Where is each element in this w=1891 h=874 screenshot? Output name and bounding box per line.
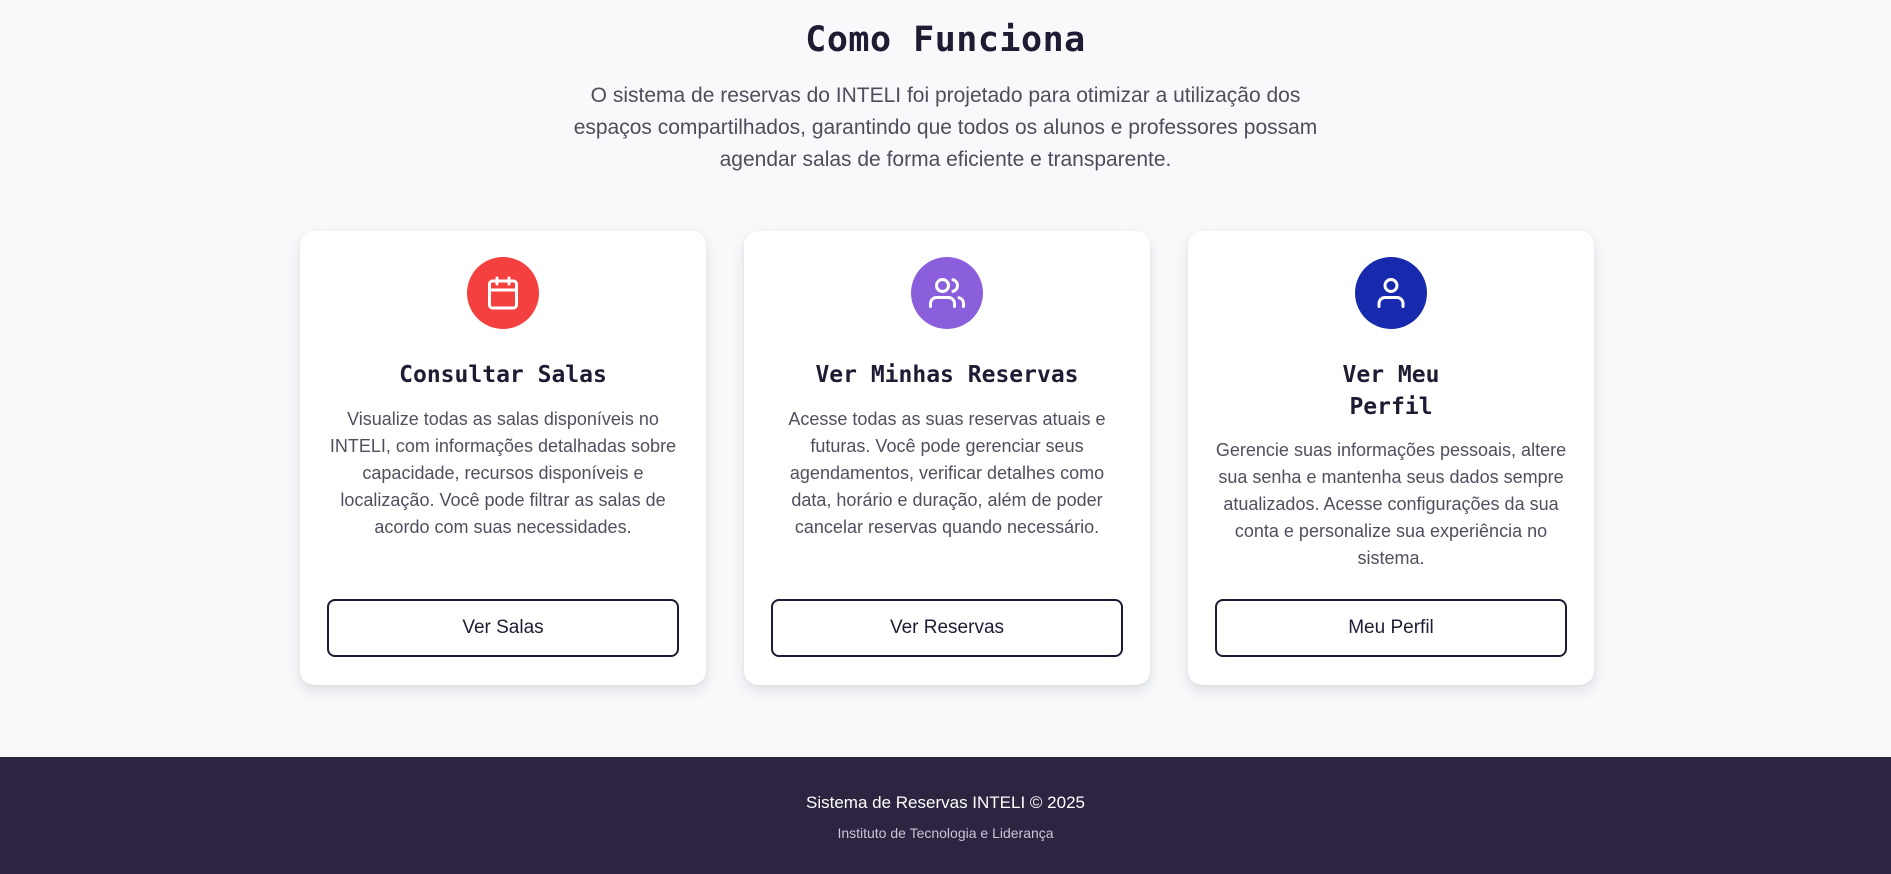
card-description: Visualize todas as salas disponíveis no … — [329, 409, 677, 537]
user-icon — [1355, 257, 1427, 329]
card-title: Ver Meu Perfil — [1342, 362, 1440, 420]
card-title: Ver Minhas Reservas — [815, 362, 1079, 388]
footer-title: Sistema de Reservas INTELI © 2025 — [806, 793, 1085, 812]
card-consultar-salas: Consultar Salas Visualize todas as salas… — [300, 231, 706, 685]
ver-reservas-button[interactable]: Ver Reservas — [771, 599, 1123, 657]
ver-salas-button[interactable]: Ver Salas — [327, 599, 679, 657]
card-description: Acesse todas as suas reservas atuais e f… — [788, 409, 1106, 537]
footer: Sistema de Reservas INTELI © 2025 Instit… — [0, 757, 1891, 874]
calendar-icon — [467, 257, 539, 329]
footer-subtitle: Instituto de Tecnologia e Liderança — [837, 825, 1054, 841]
how-it-works-section: Como Funciona O sistema de reservas do I… — [0, 0, 1891, 757]
section-description: O sistema de reservas do INTELI foi proj… — [573, 84, 1318, 171]
card-title: Consultar Salas — [399, 362, 607, 388]
card-description: Gerencie suas informações pessoais, alte… — [1215, 440, 1567, 568]
card-ver-meu-perfil: Ver Meu Perfil Gerencie suas informações… — [1188, 231, 1594, 685]
section-title: Como Funciona — [805, 20, 1086, 60]
users-icon — [911, 257, 983, 329]
card-ver-minhas-reservas: Ver Minhas Reservas Acesse todas as suas… — [744, 231, 1150, 685]
meu-perfil-button[interactable]: Meu Perfil — [1215, 599, 1567, 657]
